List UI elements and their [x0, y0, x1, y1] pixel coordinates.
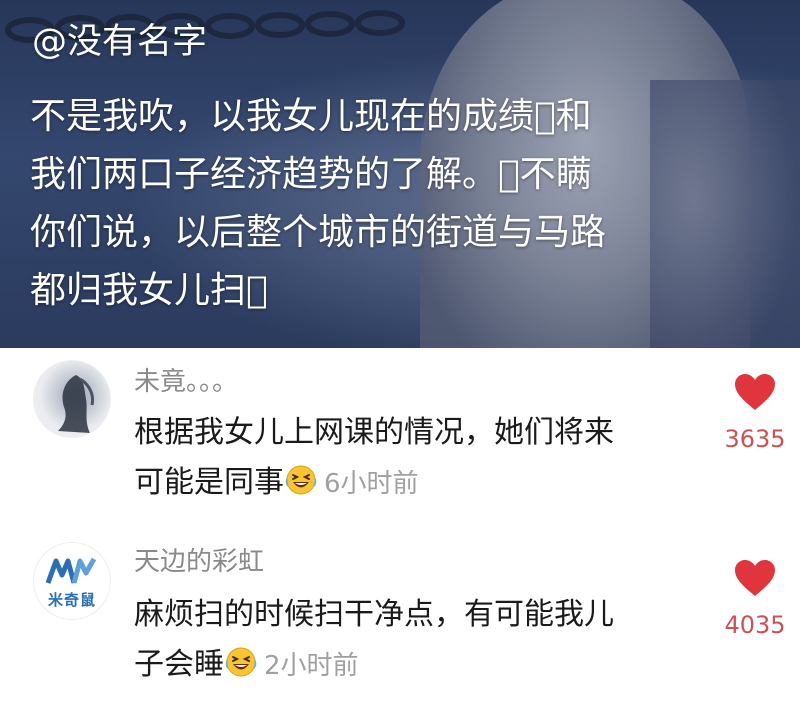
commenter-name[interactable]: 天边的彩虹 [134, 546, 264, 578]
comment-line-2: 子会睡 2小时前 [134, 640, 694, 691]
like-count: 3635 [724, 425, 786, 453]
comment-text: 麻烦扫的时候扫干净点，有可能我儿 子会睡 2小时前 [134, 590, 694, 691]
avatar-figure-icon [58, 375, 94, 433]
avatar[interactable] [33, 360, 111, 438]
comment-line-1: 根据我女儿上网课的情况，她们将来 [134, 415, 614, 450]
comment-time: 2小时前 [264, 651, 359, 681]
like-button[interactable]: 3635 [710, 372, 800, 454]
comment-line-2-text: 子会睡 [134, 647, 224, 682]
comment-item: 米奇鼠 天边的彩虹 麻烦扫的时候扫干净点，有可能我儿 子会睡 2小时前 4035 [0, 530, 800, 702]
post-image: @没有名字 不是我吹，以我女儿现在的成绩􀀀和 我们两口子经济趋势的了解。􀀀不瞒 … [0, 0, 800, 348]
like-button[interactable]: 4035 [710, 558, 800, 640]
heart-icon [735, 374, 775, 410]
comment-item: 未竟。。。 根据我女儿上网课的情况，她们将来 可能是同事 6小时前 3635 [0, 350, 800, 520]
post-line-4: 都归我女儿扫􀀀 [30, 270, 268, 311]
post-line-2: 我们两口子经济趋势的了解。􀀀不瞒 [30, 154, 592, 195]
comment-line-1: 麻烦扫的时候扫干净点，有可能我儿 [134, 597, 614, 632]
laughing-tears-emoji-icon [285, 465, 317, 495]
like-count: 4035 [724, 611, 786, 639]
commenter-name[interactable]: 未竟。。。 [134, 366, 238, 398]
post-line-3: 你们说，以后整个城市的街道与马路 [30, 212, 607, 253]
comment-time: 6小时前 [324, 469, 419, 499]
post-line-1: 不是我吹，以我女儿现在的成绩􀀀和 [30, 96, 592, 137]
laughing-tears-emoji-icon [225, 647, 257, 677]
post-username[interactable]: @没有名字 [32, 16, 207, 68]
avatar[interactable]: 米奇鼠 [33, 542, 111, 620]
comment-text: 根据我女儿上网课的情况，她们将来 可能是同事 6小时前 [134, 408, 694, 509]
comment-line-2: 可能是同事 6小时前 [134, 458, 694, 509]
avatar-brand-text: 米奇鼠 [47, 591, 96, 609]
comment-line-2-text: 可能是同事 [134, 465, 284, 500]
post-text: 不是我吹，以我女儿现在的成绩􀀀和 我们两口子经济趋势的了解。􀀀不瞒 你们说，以后… [30, 88, 760, 320]
heart-icon [735, 560, 775, 596]
